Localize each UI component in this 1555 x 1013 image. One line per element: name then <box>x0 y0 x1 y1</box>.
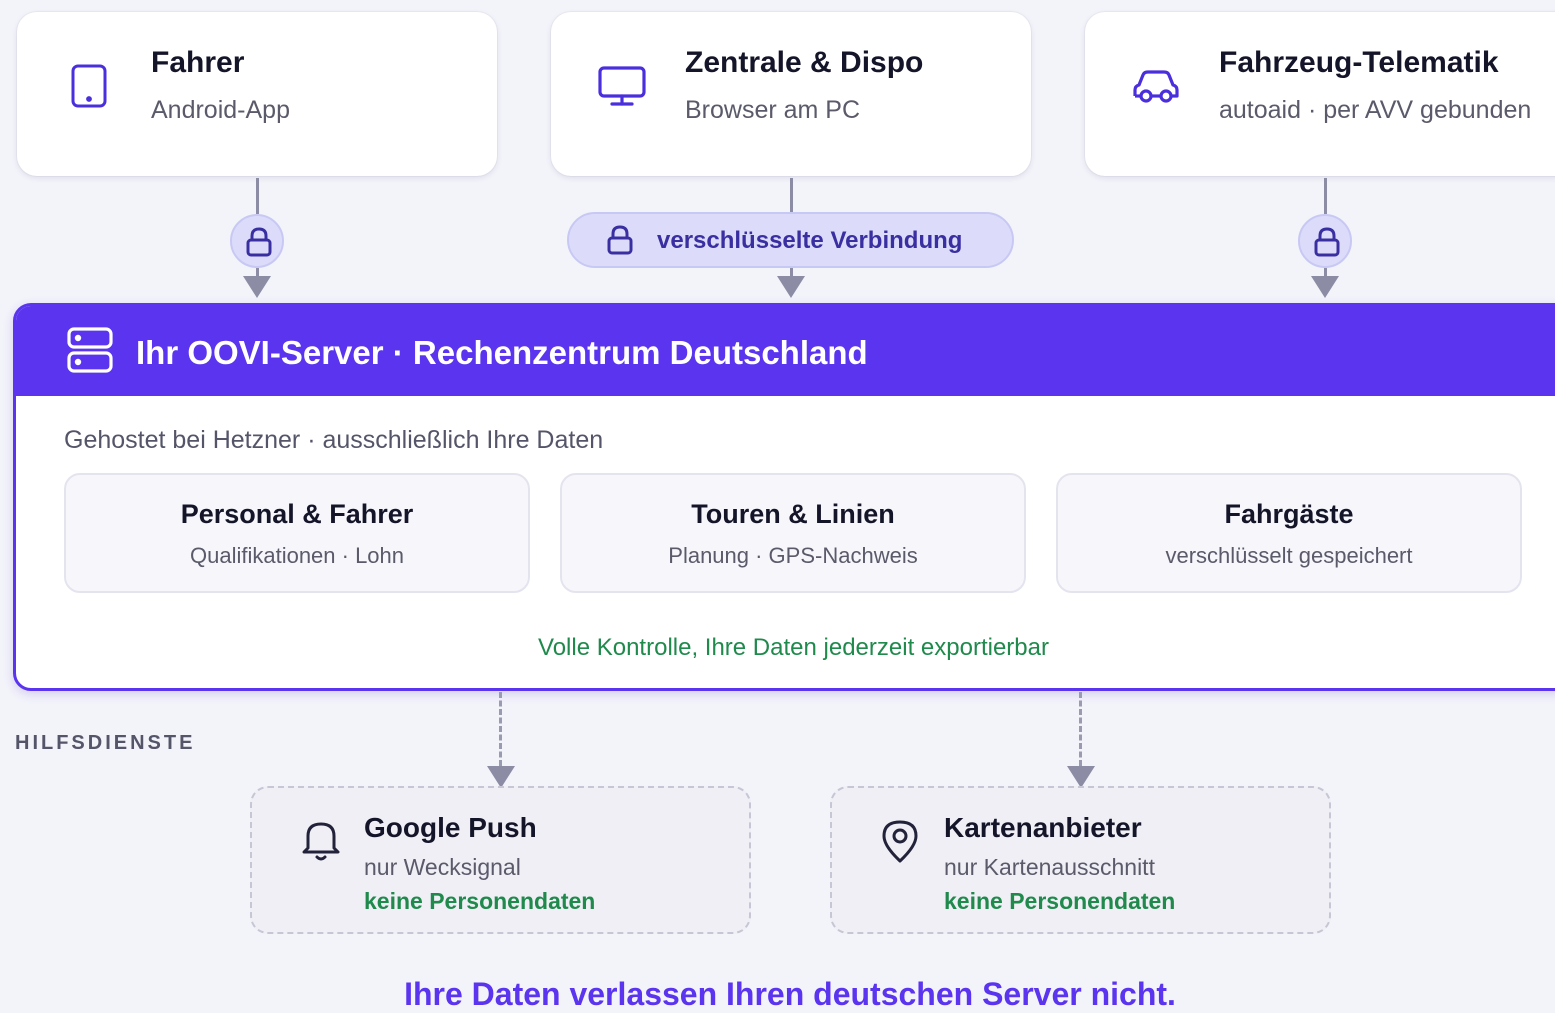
aux-service-title: Google Push <box>364 812 537 843</box>
footer-statement: Ihre Daten verlassen Ihren deutschen Ser… <box>404 976 1176 1012</box>
client-subtitle: Android-App <box>151 96 290 124</box>
aux-service-title: Kartenanbieter <box>944 812 1142 843</box>
data-box-title: Touren & Linien <box>691 499 895 529</box>
aux-service-subtitle: nur Wecksignal <box>364 854 521 880</box>
dashed-connector <box>499 692 502 766</box>
encrypted-connection-badge: verschlüsselte Verbindung <box>567 212 1014 268</box>
dashed-connector <box>1079 692 1082 766</box>
data-box-passengers: Fahrgäste verschlüsselt gespeichert <box>1056 473 1522 593</box>
lock-badge <box>230 214 284 268</box>
client-subtitle: autoaid · per AVV gebunden <box>1219 96 1532 124</box>
aux-section-label: HILFSDIENSTE <box>15 732 196 754</box>
server-icon <box>67 327 113 373</box>
connector-line <box>790 178 793 212</box>
connector-line <box>256 268 259 276</box>
connector-line <box>1324 178 1327 214</box>
aux-service-note: keine Personendaten <box>364 888 596 914</box>
data-box-subtitle: Qualifikationen · Lohn <box>189 543 405 568</box>
client-title: Fahrer <box>151 46 245 79</box>
connector-line <box>790 268 793 276</box>
lock-icon <box>607 225 633 255</box>
aux-service-note: keine Personendaten <box>944 888 1176 914</box>
client-card-telematics: Fahrzeug-Telematik autoaid · per AVV geb… <box>1085 12 1555 176</box>
client-title: Fahrzeug-Telematik <box>1219 46 1499 79</box>
aux-service-google-push: Google Push nur Wecksignal keine Persone… <box>250 786 751 934</box>
data-box-title: Personal & Fahrer <box>180 499 414 529</box>
control-note: Volle Kontrolle, Ihre Daten jederzeit ex… <box>538 634 1049 661</box>
data-box-subtitle: Planung · GPS-Nachweis <box>668 543 918 568</box>
lock-icon <box>1314 227 1340 257</box>
bell-icon <box>300 818 342 867</box>
connector-line <box>256 178 259 214</box>
data-box-title: Fahrgäste <box>1224 499 1354 529</box>
server-title: Ihr OOVI-Server · Rechenzentrum Deutschl… <box>136 334 868 371</box>
client-card-driver: Fahrer Android-App <box>17 12 497 176</box>
lock-icon <box>246 227 272 257</box>
arrow-down <box>243 276 271 298</box>
data-box-tours: Touren & Linien Planung · GPS-Nachweis <box>560 473 1026 593</box>
arrow-down <box>777 276 805 298</box>
aux-service-subtitle: nur Kartenausschnitt <box>944 854 1155 880</box>
encrypted-connection-label: verschlüsselte Verbindung <box>657 227 963 254</box>
connector-line <box>1324 268 1327 276</box>
client-card-dispatch: Zentrale & Dispo Browser am PC <box>551 12 1031 176</box>
arrow-down <box>1311 276 1339 298</box>
map-pin-icon <box>880 818 920 869</box>
data-box-subtitle: verschlüsselt gespeichert <box>1165 543 1413 568</box>
data-box-staff: Personal & Fahrer Qualifikationen · Lohn <box>64 473 530 593</box>
arrow-down <box>1067 766 1095 788</box>
smartphone-icon <box>67 64 111 108</box>
server-header: Ihr OOVI-Server · Rechenzentrum Deutschl… <box>16 306 1555 396</box>
arrow-down <box>487 766 515 788</box>
client-title: Zentrale & Dispo <box>685 46 924 79</box>
monitor-icon <box>597 64 646 108</box>
client-subtitle: Browser am PC <box>685 96 861 124</box>
car-icon <box>1131 68 1179 112</box>
server-panel: Ihr OOVI-Server · Rechenzentrum Deutschl… <box>13 303 1555 691</box>
server-hosting-note: Gehostet bei Hetzner · ausschließlich Ih… <box>64 426 604 454</box>
aux-service-map-provider: Kartenanbieter nur Kartenausschnitt kein… <box>830 786 1331 934</box>
lock-badge <box>1298 214 1352 268</box>
